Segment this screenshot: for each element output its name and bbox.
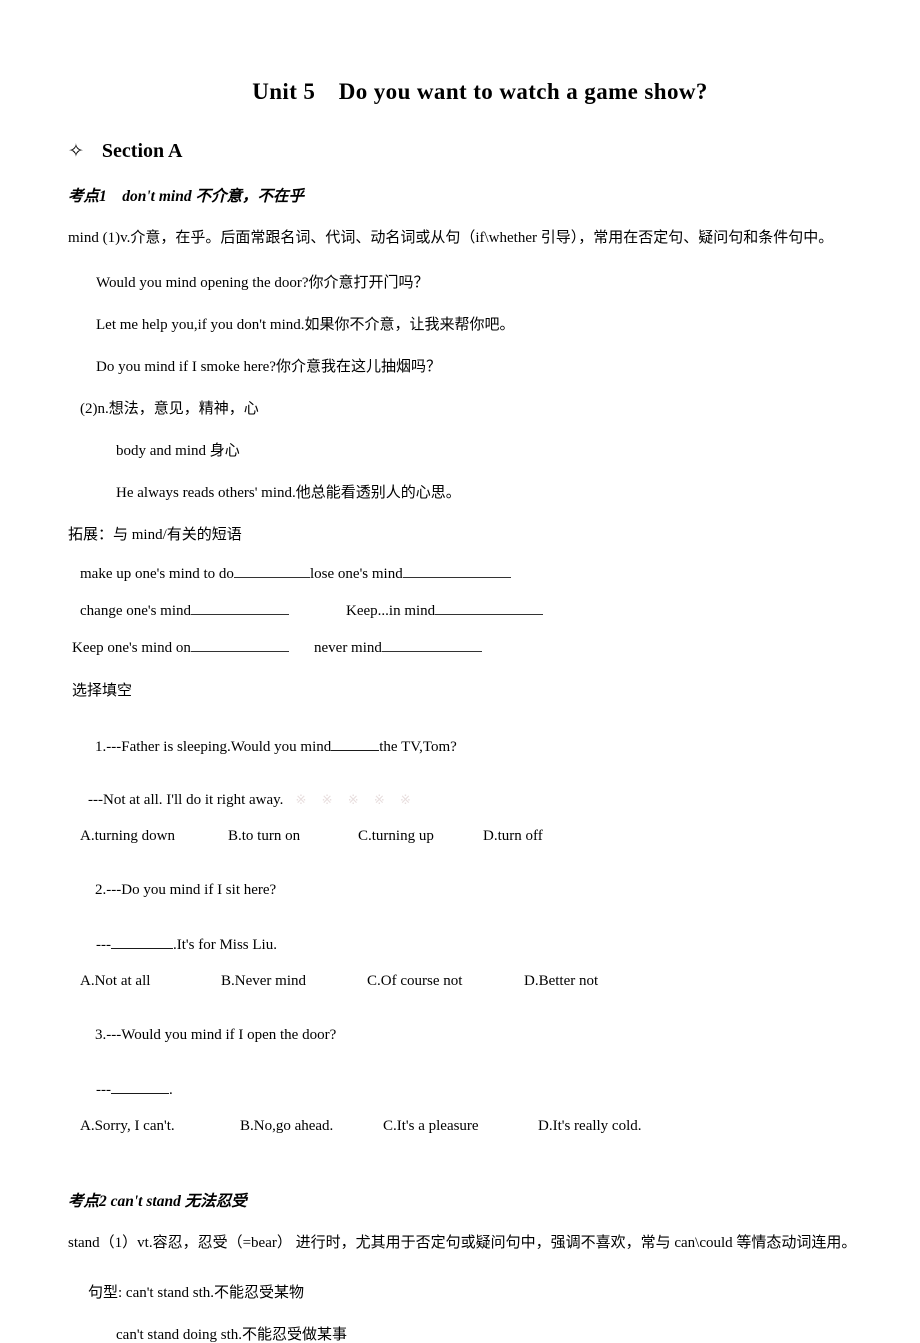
point-1-example-1: Would you mind opening the door?你介意打开门吗？	[96, 274, 429, 291]
phrase-cell: make up one's mind to do	[0, 563, 310, 583]
option-c[interactable]: C.Of course not	[367, 973, 524, 990]
question-1-prompt-after: the TV,Tom?	[379, 738, 457, 755]
phrase-label: make up one's mind to do	[80, 565, 234, 582]
page-title: Unit 5 Do you want to watch a game show?	[252, 79, 708, 104]
option-a[interactable]: A.Sorry, I can't.	[80, 1118, 240, 1135]
phrase-blank[interactable]	[381, 637, 482, 652]
option-a[interactable]: A.turning down	[80, 828, 228, 845]
phrase-label: lose one's mind	[310, 565, 403, 582]
phrase-label: Keep one's mind on	[72, 639, 191, 656]
document-page: Unit 5 Do you want to watch a game show?…	[0, 0, 920, 1342]
question-2-blank[interactable]	[111, 935, 173, 949]
phrase-cell: Keep...in mind	[310, 600, 544, 620]
phrase-blank[interactable]	[402, 563, 511, 578]
question-1-options: A.turning down B.to turn on C.turning up…	[0, 828, 920, 845]
phrase-label: Keep...in mind	[346, 602, 436, 619]
option-b[interactable]: B.to turn on	[228, 828, 358, 845]
question-2-answer-before: ---	[96, 936, 111, 953]
phrase-blank[interactable]	[233, 563, 310, 578]
option-d[interactable]: D.Better not	[524, 973, 598, 990]
option-a[interactable]: A.Not at all	[80, 973, 221, 990]
question-2-answer: --- .It's for Miss Liu.	[0, 935, 920, 954]
diamond-star-icon: ✧	[68, 141, 84, 162]
point-1-heading: 考点1 don't mind 不介意，不在乎	[68, 188, 304, 205]
question-3-options: A.Sorry, I can't. B.No,go ahead. C.It's …	[0, 1118, 920, 1135]
question-1-blank[interactable]	[331, 737, 380, 751]
point-1-example-2: Let me help you,if you don't mind.如果你不介意…	[96, 316, 515, 333]
question-2-prompt-text: 2.---Do you mind if I sit here?	[95, 881, 277, 898]
exercise-label: 选择填空	[72, 682, 133, 699]
phrase-blank[interactable]	[191, 600, 290, 615]
phrase-blank[interactable]	[435, 600, 544, 615]
point-1-example-4: body and mind 身心	[116, 442, 240, 459]
point-1-definition-1: mind (1)v.介意，在乎。后面常跟名词、代词、动名词或从句（if\whet…	[68, 230, 834, 246]
point-2-pattern-2: can't stand doing sth.不能忍受做某事	[116, 1326, 348, 1343]
section-a-heading: ✧ Section A	[0, 140, 920, 163]
question-3-blank[interactable]	[111, 1080, 169, 1094]
phrase-blank[interactable]	[190, 637, 289, 652]
option-c[interactable]: C.It's a pleasure	[383, 1118, 538, 1135]
phrase-row: make up one's mind to do lose one's mind	[0, 563, 920, 583]
phrase-row: change one's mind Keep...in mind	[0, 600, 920, 620]
phrase-label: change one's mind	[80, 602, 192, 619]
section-a-label: Section A	[101, 140, 183, 162]
phrase-cell: never mind	[310, 637, 482, 657]
option-b[interactable]: B.No,go ahead.	[240, 1118, 383, 1135]
question-2-prompt: 2.---Do you mind if I sit here?	[0, 865, 920, 916]
option-d[interactable]: D.It's really cold.	[538, 1118, 642, 1135]
point-2-heading: 考点2 can't stand 无法忍受	[68, 1192, 247, 1210]
point-1-example-3: Do you mind if I smoke here?你介意我在这儿抽烟吗？	[96, 358, 441, 375]
watermark-text: ※ ※ ※ ※ ※	[295, 791, 417, 807]
point-2-definition: stand（1）vt.容忍，忍受（=bear） 进行时，尤其用于否定句或疑问句中…	[68, 1234, 857, 1251]
phrase-row: Keep one's mind on never mind	[0, 637, 920, 657]
option-d[interactable]: D.turn off	[483, 828, 543, 845]
question-3-prompt: 3.---Would you mind if I open the door?	[0, 1010, 920, 1061]
phrase-label: never mind	[314, 639, 382, 656]
phrase-cell: change one's mind	[0, 600, 310, 620]
question-3-answer: ---.	[0, 1080, 920, 1099]
point-1-definition-2: (2)n.想法，意见，精神，心	[80, 400, 259, 417]
question-1-prompt: 1.---Father is sleeping.Would you mind th…	[0, 720, 920, 773]
question-2-options: A.Not at all B.Never mind C.Of course no…	[0, 973, 920, 990]
question-3-answer-after: .	[169, 1081, 173, 1098]
phrase-list: make up one's mind to do lose one's mind…	[0, 563, 920, 657]
point-2-pattern-1: 句型: can't stand sth.不能忍受某物	[88, 1284, 305, 1301]
expansion-label: 拓展：与 mind/有关的短语	[68, 526, 242, 543]
option-b[interactable]: B.Never mind	[221, 973, 367, 990]
phrase-cell: Keep one's mind on	[0, 637, 310, 657]
question-1-answer: ---Not at all. I'll do it right away. ※ …	[0, 792, 920, 809]
phrase-cell: lose one's mind	[310, 563, 511, 583]
question-3-answer-before: ---	[96, 1081, 111, 1098]
point-1-example-5: He always reads others' mind.他总能看透别人的心思。	[116, 484, 461, 501]
question-2-answer-after: .It's for Miss Liu.	[173, 936, 277, 953]
option-c[interactable]: C.turning up	[358, 828, 483, 845]
question-3-prompt-text: 3.---Would you mind if I open the door?	[95, 1026, 337, 1043]
question-1-prompt-before: 1.---Father is sleeping.Would you mind	[95, 738, 332, 755]
question-1-answer-text: ---Not at all. I'll do it right away.	[88, 791, 284, 808]
